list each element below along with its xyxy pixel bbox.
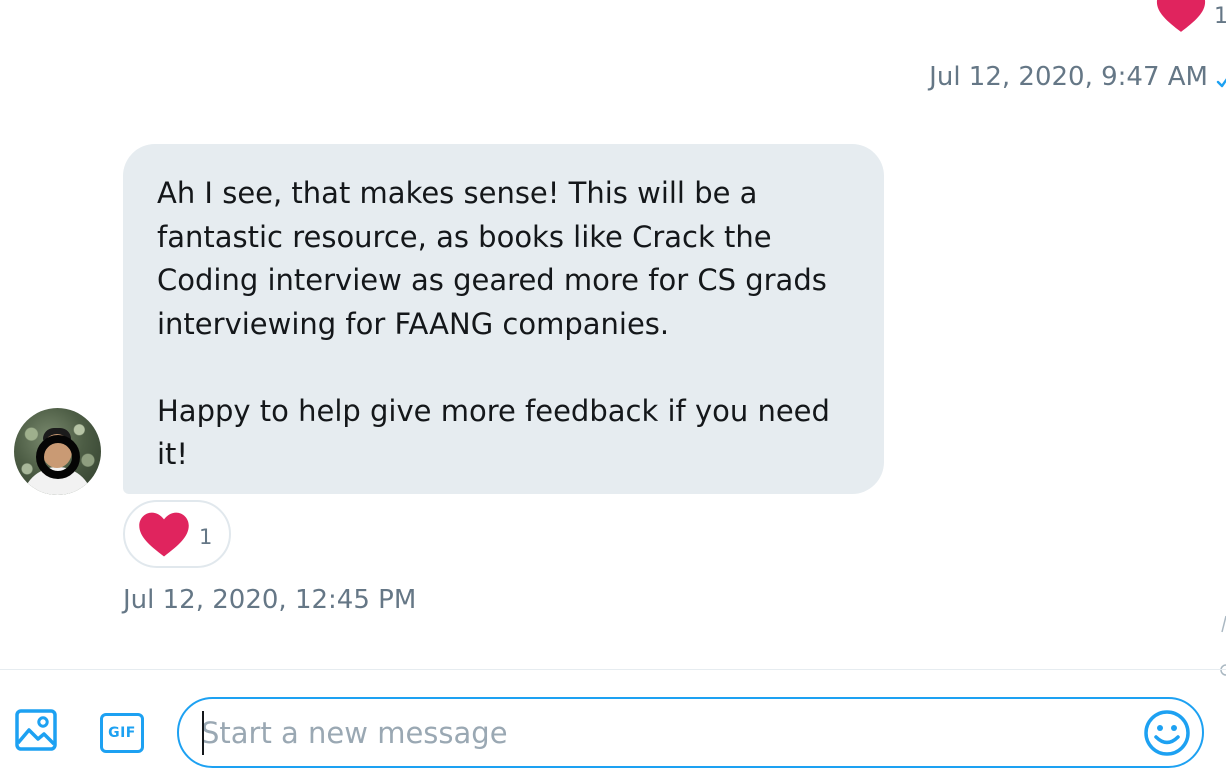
image-icon — [14, 708, 58, 756]
previous-message-reaction[interactable]: 1 — [1154, 0, 1226, 32]
text-cursor — [202, 711, 204, 755]
timestamp-text: Jul 12, 2020, 9:47 AM — [929, 62, 1208, 92]
smiley-icon — [1143, 709, 1191, 761]
dm-conversation: 1 Jul 12, 2020, 9:47 AM Ah I see, that m… — [0, 0, 1226, 772]
gif-button[interactable]: GIF — [97, 710, 147, 756]
message-input[interactable] — [201, 705, 1131, 760]
message-composer: GIF — [0, 670, 1226, 772]
emoji-button[interactable] — [1142, 710, 1192, 760]
heart-icon — [137, 510, 191, 558]
received-message-timestamp: Jul 12, 2020, 12:45 PM — [123, 585, 417, 615]
checkmark-icon — [1216, 67, 1226, 88]
reaction-count: 1 — [1214, 3, 1226, 29]
reaction-count: 1 — [199, 525, 213, 549]
heart-icon — [1154, 0, 1208, 33]
media-button[interactable] — [12, 708, 60, 756]
sent-message-timestamp: Jul 12, 2020, 9:47 AM — [929, 62, 1226, 92]
avatar[interactable] — [14, 408, 101, 495]
gif-icon: GIF — [100, 713, 144, 753]
message-bubble: Ah I see, that makes sense! This will be… — [123, 144, 884, 494]
message-reaction[interactable]: 1 — [123, 500, 231, 568]
avatar-ring — [36, 435, 80, 479]
message-input-container[interactable] — [177, 697, 1204, 768]
